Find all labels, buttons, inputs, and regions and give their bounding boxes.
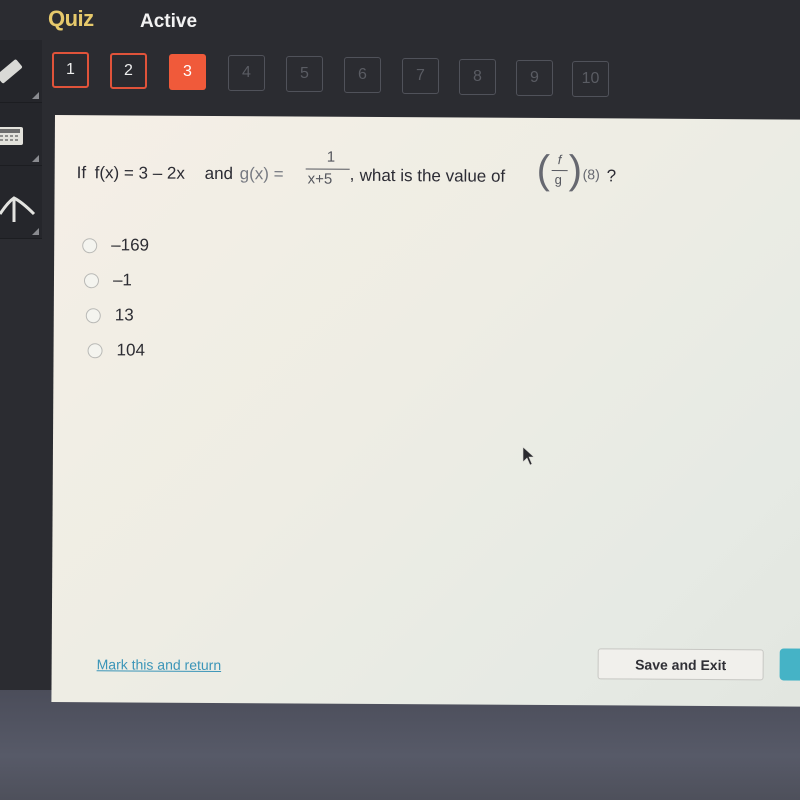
question-intro: If [76,163,87,183]
question-nav-8[interactable]: 8 [459,59,496,95]
question-panel: If f(x) = 3 – 2x and g(x) = 1 x+5 , what… [51,115,800,707]
answer-choice[interactable]: –1 [83,270,132,290]
question-nav-4[interactable]: 4 [228,55,265,91]
app-title: Quiz [48,6,94,31]
next-button[interactable] [779,648,800,681]
quotient-denominator: g [554,172,562,188]
answer-choice[interactable]: –169 [82,235,149,255]
question-mark: ? [606,166,617,186]
function-g-name: g(x) = [239,164,284,184]
radio-button[interactable] [83,272,100,288]
expand-corner-icon [32,155,39,162]
question-nav-10[interactable]: 10 [572,61,609,97]
save-and-exit-button[interactable]: Save and Exit [597,648,764,681]
question-and: and [204,163,234,184]
expand-corner-icon [32,92,39,99]
quiz-status: Active [140,11,198,32]
choice-label: 104 [116,340,145,360]
radio-button[interactable] [87,342,103,358]
pencil-tool-button[interactable] [0,40,42,103]
question-comma: , [349,164,355,184]
function-f-definition: f(x) = 3 – 2x [94,163,185,183]
question-nav-3[interactable]: 3 [169,54,206,90]
reference-tool-button[interactable] [0,166,42,239]
question-nav-9[interactable]: 9 [516,60,553,96]
g-fraction-denominator: x+5 [307,170,333,188]
question-nav-6[interactable]: 6 [344,57,381,93]
mouse-cursor-icon [522,446,535,466]
choice-label: 13 [114,305,134,325]
expand-corner-icon [32,228,39,235]
radio-button[interactable] [85,307,101,323]
right-paren: ) [568,148,583,193]
answer-choice[interactable]: 13 [85,305,134,325]
radio-button[interactable] [82,237,98,253]
mark-and-return-link[interactable]: Mark this and return [97,656,222,673]
question-nav-2[interactable]: 2 [110,53,147,89]
evaluation-argument: (8) [582,166,600,183]
left-paren: ( [536,147,551,193]
answer-choice[interactable]: 104 [87,340,145,360]
choice-label: –1 [112,270,132,290]
question-prompt: what is the value of [359,165,506,186]
calculator-tool-button[interactable] [0,103,42,166]
g-fraction-numerator: 1 [326,148,336,166]
question-text: If f(x) = 3 – 2x and g(x) = 1 x+5 , what… [76,147,776,221]
question-nav-5[interactable]: 5 [286,56,323,92]
quotient-numerator: f [557,152,562,168]
choice-label: –169 [111,235,150,255]
question-nav-1[interactable]: 1 [52,52,89,88]
desk-background [0,690,800,800]
question-nav-7[interactable]: 7 [402,58,439,94]
